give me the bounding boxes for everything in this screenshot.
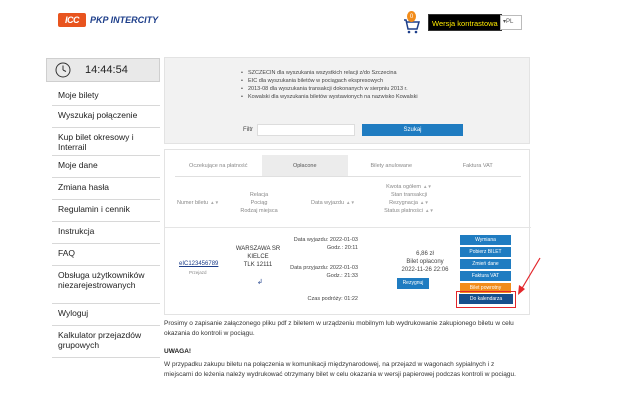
sidebar-item-regulations[interactable]: Regulamin i cennik — [52, 200, 160, 222]
pkp-intercity-logo[interactable]: ICC PKP INTERCITY — [58, 10, 158, 30]
column-header-ticket-number[interactable]: Numer biletu ▲▼ — [173, 199, 223, 207]
cart-icon[interactable]: 0 — [402, 11, 420, 34]
column-header-label: Rodzaj miejsca — [240, 208, 278, 214]
seat-info-icon[interactable]: ↲ — [257, 278, 263, 286]
column-header-amount[interactable]: Kwota ogółem ▲▼ Stan transakcji Rezygnacj… — [371, 183, 447, 215]
column-header-label: Numer biletu — [176, 200, 209, 206]
search-hints: SZCZECIN dla wyszukania wszystkich relac… — [241, 69, 441, 101]
language-select[interactable]: ▾PL — [500, 15, 522, 30]
paid-at: 2022-11-26 22:06 — [401, 267, 449, 273]
sort-icon: ▲▼ — [424, 208, 434, 213]
clock-icon — [55, 62, 71, 78]
search-hint: Kowalski dla wyszukania biletów wystawio… — [241, 93, 441, 101]
sort-icon: ▲▼ — [419, 200, 429, 205]
ticket-status: Bilet opłacony — [406, 259, 444, 265]
cart-count-badge: 0 — [407, 11, 416, 22]
tab-cancelled[interactable]: Bilety anulowane — [348, 155, 435, 176]
search-hint: SZCZECIN dla wyszukania wszystkich relac… — [241, 69, 441, 77]
column-header-route: Relacja Pociąg Rodzaj miejsca — [233, 191, 285, 215]
sidebar-item-unregistered-users[interactable]: Obsługa użytkowników niezarejestrowanych — [52, 266, 160, 304]
language-value: PL — [506, 19, 514, 25]
sidebar-item-logout[interactable]: Wyloguj — [52, 304, 160, 326]
logo-mark: ICC — [58, 13, 86, 27]
sidebar-item-season-ticket[interactable]: Kup bilet okresowy i Interrail — [52, 128, 160, 156]
arrival-date: Data przyjazdu: 2022-01-03 — [290, 265, 358, 271]
warning-heading: UWAGA! — [164, 348, 192, 355]
sort-icon: ▲▼ — [210, 200, 220, 205]
ticket-number-link[interactable]: eIC123456789 — [179, 261, 218, 267]
sidebar-item-faq[interactable]: FAQ — [52, 244, 160, 266]
filter-label: Filtr — [243, 127, 253, 133]
ticket-payment-info: 6,86 zł Bilet opłacony 2022-11-26 22:06 — [395, 250, 455, 274]
session-clock: 14:44:54 — [46, 58, 160, 82]
sidebar-item-change-password[interactable]: Zmiana hasła — [52, 178, 160, 200]
column-header-label: Kwota ogółem — [386, 184, 421, 190]
travel-duration: Czas podróży: 01:22 — [307, 296, 358, 302]
train-number: TLK 12111 — [243, 262, 273, 268]
ticket-price: 6,86 zł — [416, 251, 434, 257]
vat-invoice-button[interactable]: Faktura VAT — [460, 271, 511, 281]
sort-icon: ▲▼ — [422, 184, 432, 189]
column-header-label: Status płatności — [384, 208, 423, 214]
departure-time: Godz.: 20:11 — [326, 245, 358, 251]
arrival-time: Godz.: 21:33 — [326, 273, 359, 279]
search-button[interactable]: Szukaj — [362, 124, 463, 136]
sidebar-item-search-connection[interactable]: Wyszukaj połączenie — [52, 106, 160, 128]
clock-time: 14:44:54 — [85, 64, 128, 76]
ticket-type: Przejazd — [189, 270, 207, 275]
search-hint: 2013-08 dla wyszukania transakcji dokona… — [241, 85, 441, 93]
tab-pending-payment[interactable]: Oczekujące na płatność — [175, 155, 262, 176]
save-ticket-note: Prosimy o zapisanie załączonego pliku pd… — [164, 320, 514, 337]
exchange-button[interactable]: Wymiana — [460, 235, 511, 245]
add-to-calendar-button[interactable]: Do kalendarza — [459, 294, 513, 304]
column-header-label: Relacja — [249, 192, 269, 198]
column-header-label: Rezygnacja — [389, 200, 418, 206]
search-hint: EIC dla wyszukania biletów w pociągach e… — [241, 77, 441, 85]
search-panel: SZCZECIN dla wyszukania wszystkich relac… — [164, 57, 530, 144]
column-header-date[interactable]: Data wyjazdu ▲▼ — [303, 199, 363, 207]
arrival-info: Data przyjazdu: 2022-01-03 Godz.: 21:33 — [290, 264, 358, 280]
column-header-label: Data wyjazdu — [311, 200, 345, 206]
ticket-route: WARSZAWA SR KIELCE TLK 12111 — [235, 245, 281, 269]
sort-icon: ▲▼ — [346, 200, 355, 205]
filter-input[interactable] — [257, 124, 355, 136]
ticket-actions: Wymiana Pobierz BILET Zmień dane Faktura… — [460, 235, 511, 295]
column-header-label: Pociąg — [250, 200, 268, 206]
header-divider — [165, 227, 531, 228]
contrast-version-button[interactable]: Wersja kontrastowa — [428, 14, 502, 31]
download-ticket-button[interactable]: Pobierz BILET — [460, 247, 511, 257]
sidebar-item-my-data[interactable]: Moje dane — [52, 156, 160, 178]
departure-info: Data wyjazdu: 2022-01-03 Godz.: 20:11 — [290, 236, 358, 252]
sidebar-item-instructions[interactable]: Instrukcja — [52, 222, 160, 244]
tab-vat-invoice[interactable]: Faktura VAT — [435, 155, 522, 176]
ticket-tabs: Oczekujące na płatność Opłacone Bilety a… — [175, 155, 521, 177]
tab-paid[interactable]: Opłacone — [261, 155, 348, 176]
sidebar-item-my-tickets[interactable]: Moje bilety — [52, 86, 160, 106]
sidebar-item-group-calculator[interactable]: Kalkulator przejazdów grupowych — [52, 326, 160, 358]
cancel-ticket-button[interactable]: Rezygnuj — [397, 278, 429, 289]
change-data-button[interactable]: Zmień dane — [460, 259, 511, 269]
route-to: KIELCE — [247, 254, 269, 260]
departure-date: Data wyjazdu: 2022-01-03 — [293, 237, 358, 243]
column-header-label: Stan transakcji — [390, 192, 428, 198]
sidebar-nav: Moje bilety Wyszukaj połączenie Kup bile… — [52, 86, 160, 358]
logo-text: PKP INTERCITY — [90, 15, 159, 25]
international-note: W przypadku zakupu biletu na połączenia … — [164, 361, 516, 378]
route-from: WARSZAWA SR — [235, 246, 281, 252]
